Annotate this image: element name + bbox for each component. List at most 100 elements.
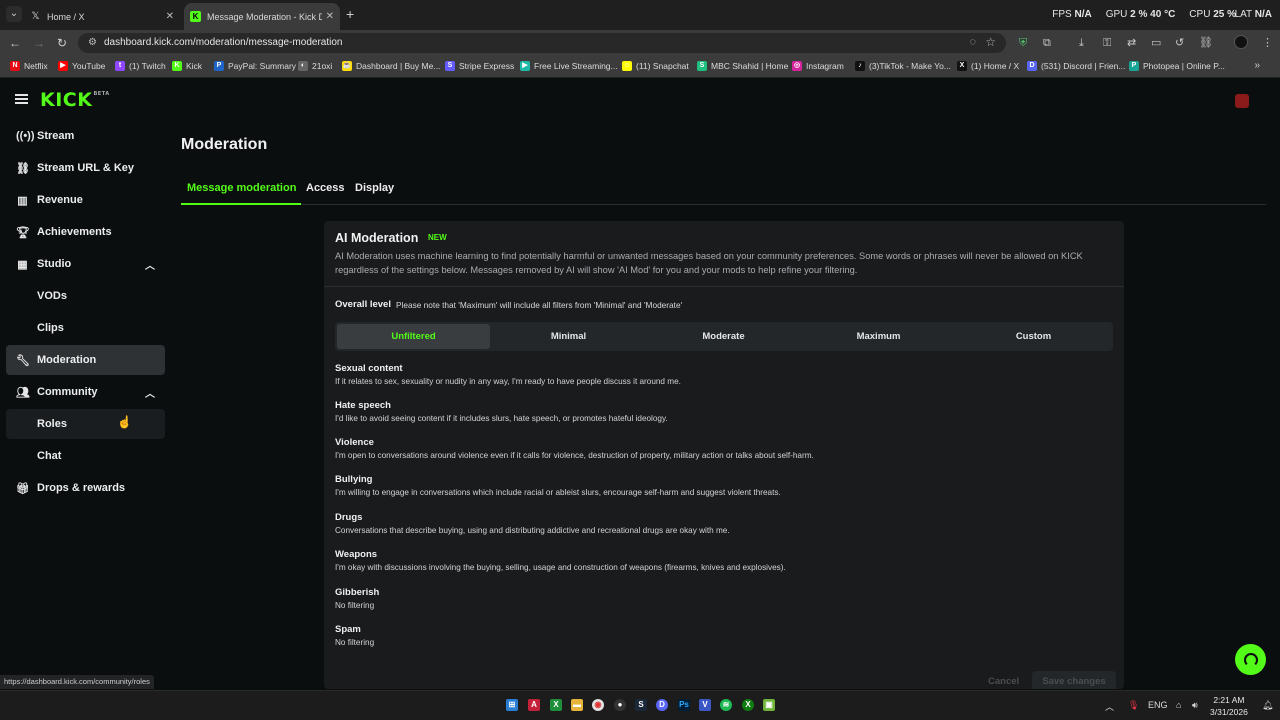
app-header: KICKBETA xyxy=(0,79,1280,121)
hamburger-menu-icon[interactable] xyxy=(15,94,28,104)
sidebar-item-community[interactable]: 👥︎ Community ︿ xyxy=(6,377,165,407)
sidebar-item-revenue[interactable]: ▥ Revenue xyxy=(6,185,165,215)
windows-start-icon[interactable]: ⊞ xyxy=(506,699,518,711)
bookmark-item[interactable]: N Netflix xyxy=(10,60,48,72)
chevron-up-icon[interactable]: ︿ xyxy=(145,385,155,400)
sidebar-item-stream[interactable]: ((•)) Stream xyxy=(6,121,165,151)
chrome-icon[interactable]: ◉ xyxy=(592,699,604,711)
photoshop-icon[interactable]: Ps xyxy=(678,699,690,711)
kick-logo[interactable]: KICKBETA xyxy=(40,89,110,111)
bookmark-favicon-icon: P xyxy=(1129,61,1139,71)
cancel-button[interactable]: Cancel xyxy=(988,676,1019,687)
menu-kebab-icon[interactable]: ⋮ xyxy=(1262,36,1273,50)
save-changes-button[interactable]: Save changes xyxy=(1032,671,1116,689)
logo-text: KICK xyxy=(40,89,93,111)
file-explorer-icon[interactable]: ▬ xyxy=(571,699,583,711)
chevron-up-icon[interactable]: ︿ xyxy=(145,257,155,272)
history-icon[interactable]: ↺ xyxy=(1175,36,1184,50)
help-support-button[interactable] xyxy=(1235,644,1266,675)
bookmark-item[interactable]: t (1) Twitch xyxy=(115,60,166,72)
translate-icon[interactable]: ⇄ xyxy=(1127,36,1136,50)
bookmark-label: YouTube xyxy=(72,61,106,71)
obs-icon[interactable]: ● xyxy=(614,699,626,711)
bookmark-item[interactable]: P PayPal: Summary xyxy=(214,60,296,72)
bookmark-item[interactable]: ♪ (3)TikTok - Make Yo... xyxy=(855,60,951,72)
shield-extension-icon[interactable]: ⛨ xyxy=(1019,36,1027,50)
bookmark-label: (531) Discord | Frien... xyxy=(1041,61,1126,71)
bookmark-item[interactable]: ☺ (11) Snapchat xyxy=(622,60,689,72)
level-unfiltered[interactable]: Unfiltered xyxy=(337,324,490,349)
puzzle-extension-icon[interactable]: ⧉ xyxy=(1043,36,1051,50)
bookmark-item[interactable]: X (1) Home / X xyxy=(957,60,1019,72)
volume-icon[interactable]: 🔊︎ xyxy=(1192,700,1198,711)
sidebar-item-moderation[interactable]: 🔧︎ Moderation xyxy=(6,345,165,375)
level-maximum[interactable]: Maximum xyxy=(802,324,955,349)
people-icon: 👥︎ xyxy=(16,386,30,399)
sidebar-item-stream-url-key[interactable]: ⛓ Stream URL & Key xyxy=(6,153,165,183)
level-minimal[interactable]: Minimal xyxy=(492,324,645,349)
sidebar-item-vods[interactable]: VODs xyxy=(6,281,165,311)
sidebar-item-clips[interactable]: Clips xyxy=(6,313,165,343)
network-icon[interactable]: ⌂ xyxy=(1176,700,1181,710)
sidebar-item-drops-rewards[interactable]: 🎁︎ Drops & rewards xyxy=(6,473,165,503)
gift-icon: 🎁︎ xyxy=(16,482,30,495)
app-a-icon[interactable]: A xyxy=(528,699,540,711)
steam-icon[interactable]: S xyxy=(635,699,647,711)
profile-avatar[interactable] xyxy=(1234,35,1248,49)
level-moderate[interactable]: Moderate xyxy=(647,324,800,349)
bookmark-item[interactable]: S Stripe Express xyxy=(445,60,514,72)
address-bar[interactable]: ⚙ dashboard.kick.com/moderation/message-… xyxy=(78,33,1006,53)
sidebar-item-label: Stream URL & Key xyxy=(37,162,134,174)
close-icon[interactable]: ✕ xyxy=(166,11,174,22)
tray-chevron-icon[interactable]: ︿ xyxy=(1105,700,1114,713)
sidebar-item-roles[interactable]: Roles xyxy=(6,409,165,439)
bookmark-item[interactable]: ▶ Free Live Streaming... xyxy=(520,60,618,72)
bookmark-item[interactable]: ◎ Instagram xyxy=(792,60,844,72)
sidebar-item-chat[interactable]: Chat xyxy=(6,441,165,471)
language-indicator[interactable]: ENG xyxy=(1148,700,1168,710)
bookmark-item[interactable]: P Photopea | Online P... xyxy=(1129,60,1225,72)
category-description: No filtering xyxy=(335,601,375,610)
gpu-temp: 40 °C xyxy=(1150,9,1176,20)
bookmark-item[interactable]: S MBC Shahid | Home xyxy=(697,60,788,72)
microphone-icon[interactable]: 🎙︎ xyxy=(1128,700,1139,711)
sidebar-item-achievements[interactable]: 🏆︎ Achievements xyxy=(6,217,165,247)
tab-display[interactable]: Display xyxy=(355,180,394,205)
bookmark-item[interactable]: D (531) Discord | Frien... xyxy=(1027,60,1125,72)
bookmark-item[interactable]: K Kick xyxy=(172,60,202,72)
browser-tab-home-x[interactable]: 𝕏 Home / X ✕ xyxy=(24,3,180,30)
reload-icon[interactable]: ↻ xyxy=(57,35,67,51)
tab-search-button[interactable]: ⌄ xyxy=(6,6,22,22)
sidebar-item-studio[interactable]: ▦ Studio ︿ xyxy=(6,249,165,279)
card-icon[interactable]: ▭ xyxy=(1151,36,1161,50)
bookmark-item[interactable]: ▶ YouTube xyxy=(58,60,105,72)
sidebar-item-label: Community xyxy=(37,386,98,398)
spotify-icon[interactable]: ≋ xyxy=(720,699,732,711)
site-info-icon[interactable]: ⚙ xyxy=(88,37,97,48)
minecraft-icon[interactable]: ▣ xyxy=(763,699,775,711)
share-link-icon[interactable]: ⛓ xyxy=(1199,36,1213,50)
level-custom[interactable]: Custom xyxy=(957,324,1110,349)
tab-access[interactable]: Access xyxy=(306,180,345,205)
user-avatar[interactable] xyxy=(1235,94,1249,108)
notification-bell-icon[interactable]: 🔔︎ xyxy=(1262,700,1273,711)
bookmark-item[interactable]: ◐ 21oxi xyxy=(298,60,332,72)
download-icon[interactable]: ⤓ xyxy=(1079,36,1084,50)
back-arrow-icon[interactable]: ← xyxy=(9,35,21,51)
key-icon[interactable]: ⚿ xyxy=(1103,36,1111,50)
tab-message-moderation[interactable]: Message moderation xyxy=(181,180,302,205)
forward-arrow-icon[interactable]: → xyxy=(33,35,45,51)
browser-tab-kick[interactable]: K Message Moderation - Kick Da ✕ xyxy=(184,3,340,30)
eye-off-icon[interactable]: ◌ xyxy=(969,36,976,48)
excel-icon[interactable]: X xyxy=(550,699,562,711)
film-icon: ▦ xyxy=(17,258,28,271)
new-tab-button[interactable]: + xyxy=(346,6,354,22)
close-icon[interactable]: ✕ xyxy=(326,11,334,22)
system-clock[interactable]: 2:21 AM 3/31/2026 xyxy=(1210,694,1248,718)
bookmark-item[interactable]: ☕ Dashboard | Buy Me... xyxy=(342,60,440,72)
bookmarks-more-icon[interactable]: » xyxy=(1254,60,1260,71)
discord-icon[interactable]: D xyxy=(656,699,668,711)
vscode-icon[interactable]: V xyxy=(699,699,711,711)
bookmark-star-icon[interactable]: ☆ xyxy=(985,35,996,49)
xbox-icon[interactable]: X xyxy=(742,699,754,711)
